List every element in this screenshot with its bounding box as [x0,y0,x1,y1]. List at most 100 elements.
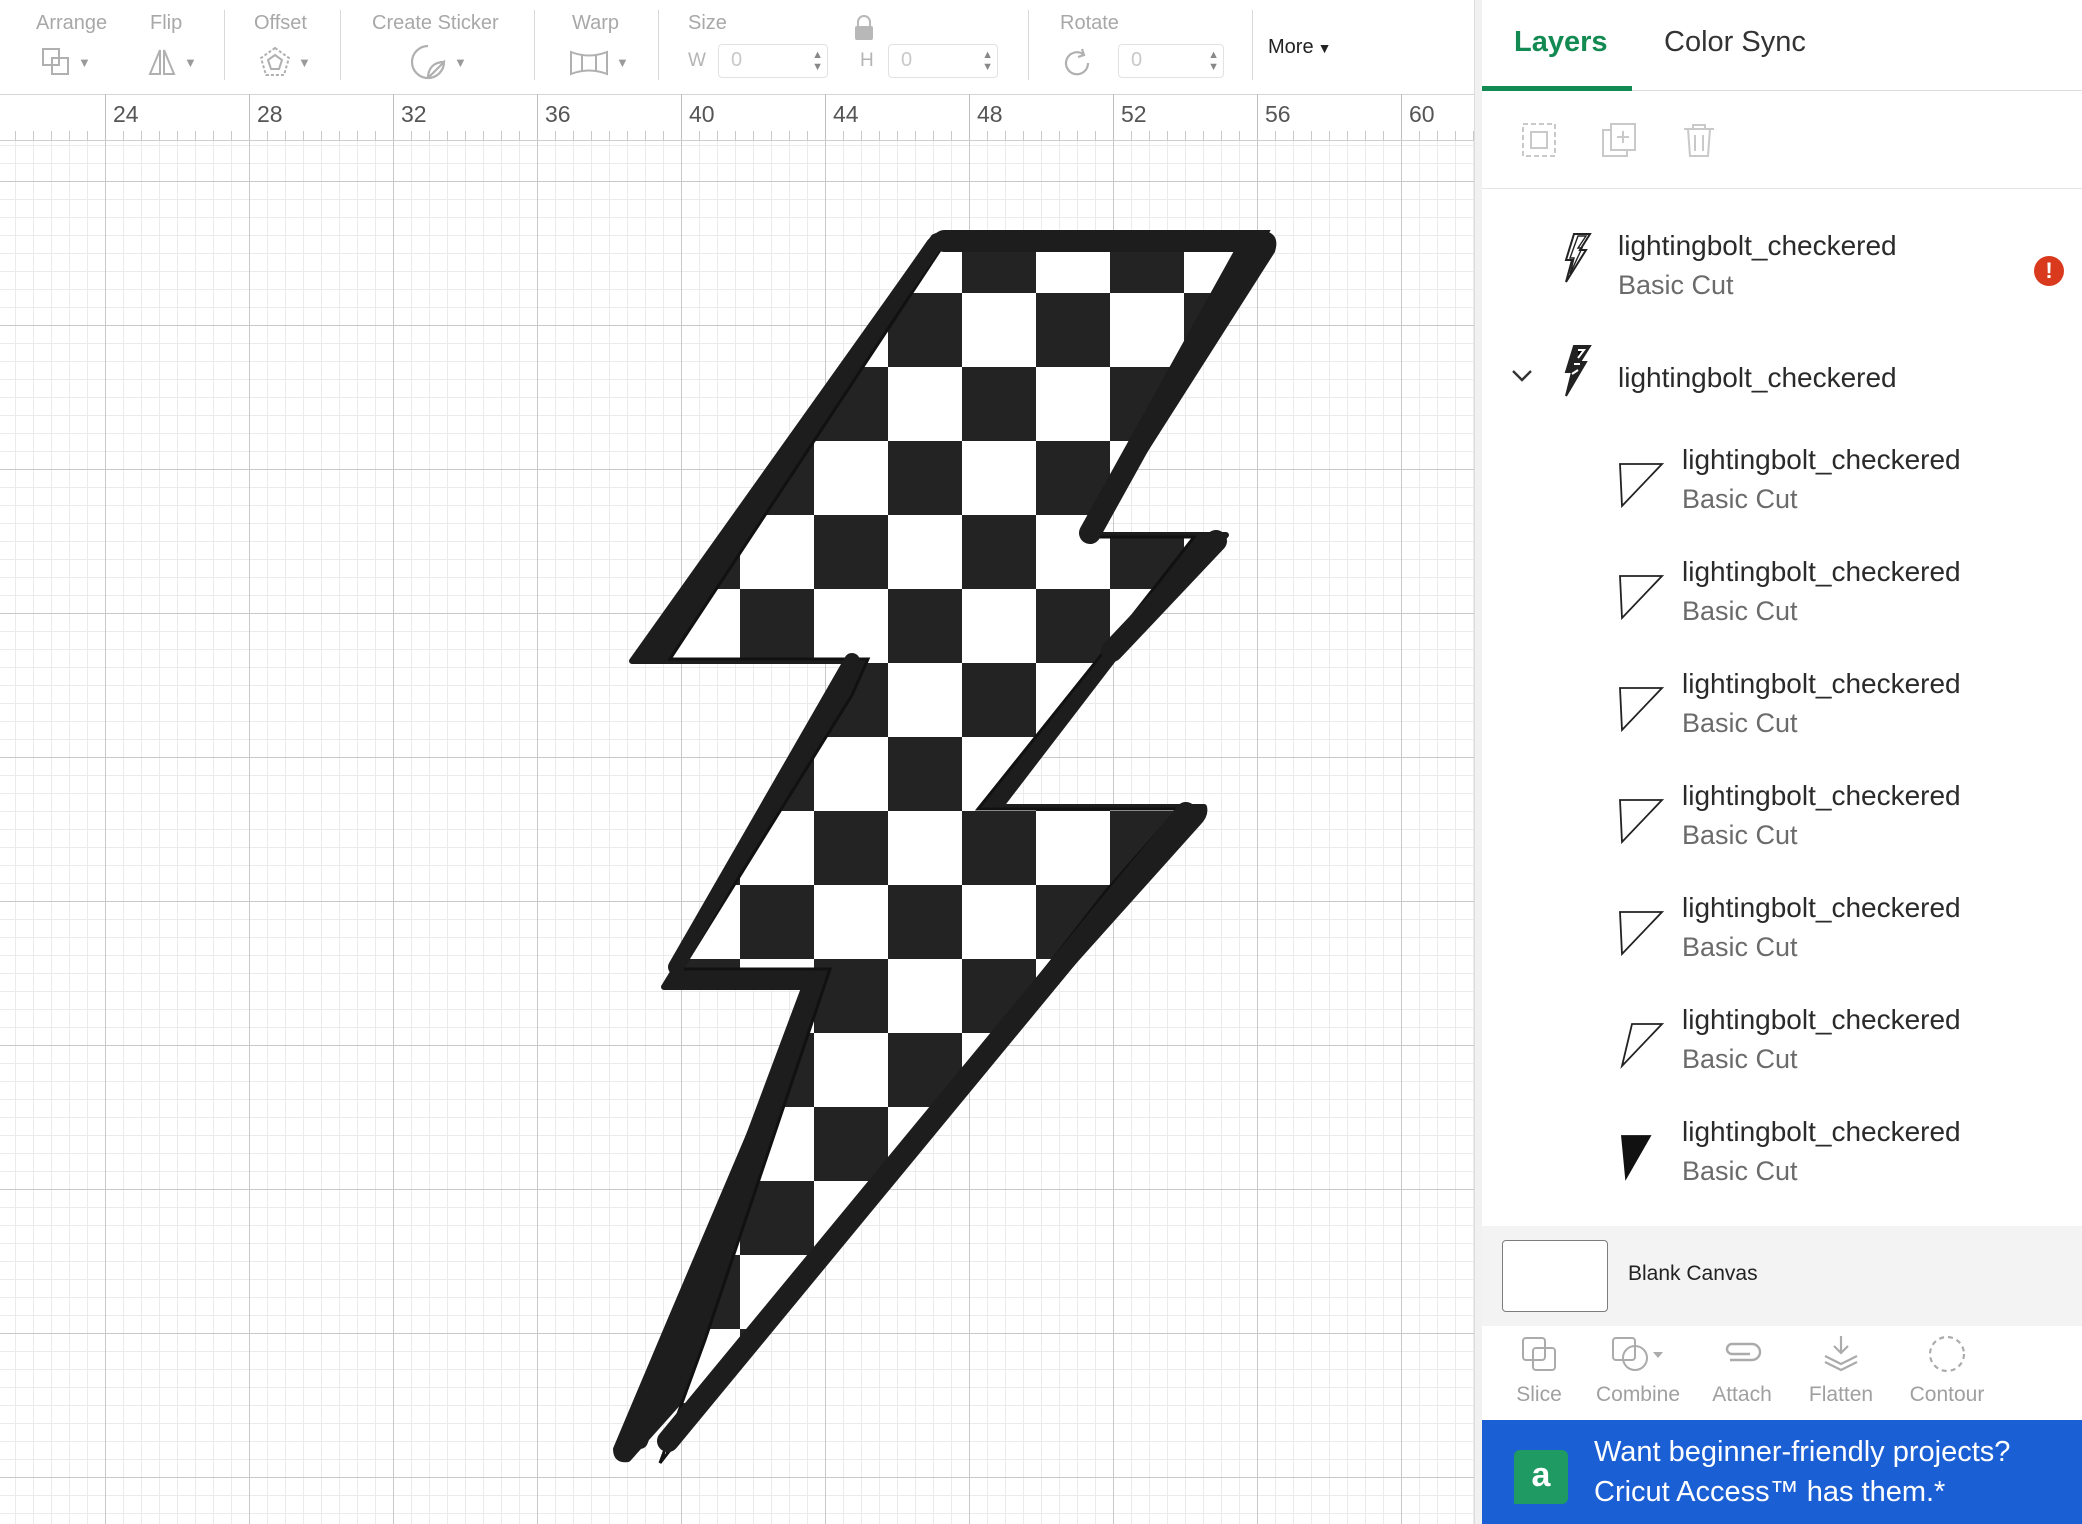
paperclip-icon [1725,1342,1762,1362]
layer-group[interactable]: lightingbolt_checkered [1482,326,2082,426]
layer-item[interactable]: lightingbolt_checkered Basic Cut [1482,548,2082,648]
combine-label: Combine [1595,1383,1681,1406]
flip-tool[interactable]: Flip ▼ [140,0,230,95]
triangle-shape-icon [1619,575,1665,621]
attach-button[interactable]: Attach [1700,1334,1784,1407]
group-name: lightingbolt_checkered [1618,362,1897,393]
ruler-minor-tick [609,131,610,140]
cricut-access-logo: a [1514,1450,1568,1504]
ruler-label: 32 [401,101,427,127]
ruler-minor-tick [1059,131,1060,140]
rotate-label: Rotate [1060,12,1119,34]
ruler-minor-tick [843,131,844,140]
arrange-tool[interactable]: Arrange ▼ [0,0,160,95]
ruler-minor-tick [483,131,484,140]
layer-item[interactable]: lightingbolt_checkered Basic Cut [1482,772,2082,872]
tab-color-sync[interactable]: Color Sync [1664,26,1806,59]
stepper-arrows-icon[interactable]: ▲ ▼ [982,49,993,73]
ruler-major-tick [969,94,970,140]
more-button[interactable]: More ▼ [1268,36,1331,59]
offset-tool[interactable]: Offset ▼ [240,0,340,95]
ruler-minor-tick [1185,131,1186,140]
ruler-minor-tick [933,131,934,140]
layer-item[interactable]: lightingbolt_checkered Basic Cut [1482,1108,2082,1208]
slice-button[interactable]: Slice [1504,1334,1574,1407]
group-icon[interactable] [1520,121,1558,159]
flip-icon [148,49,176,75]
ruler-major-tick [249,94,250,140]
ruler-minor-tick [285,131,286,140]
layer-operation: Basic Cut [1618,270,1734,300]
layer-item[interactable]: lightingbolt_checkered Basic Cut [1482,660,2082,760]
ruler-minor-tick [1131,131,1132,140]
triangle-shape-icon [1619,687,1665,733]
ruler-minor-tick [735,131,736,140]
warp-tool[interactable]: Warp ▼ [550,0,660,95]
flatten-icon [1824,1336,1858,1372]
toolbar-divider [1252,10,1253,80]
ruler-minor-tick [771,131,772,140]
ruler-minor-tick [1329,131,1330,140]
ruler-major-tick [681,94,682,140]
ruler-minor-tick [267,131,268,140]
ruler-major-tick [537,94,538,140]
warp-label: Warp [572,12,620,34]
ruler-minor-tick [1221,131,1222,140]
cricut-access-promo[interactable]: a Want beginner-friendly projects? Cricu… [1482,1420,2082,1524]
chevron-down-icon[interactable] [1510,368,1534,384]
stepper-arrows-icon[interactable]: ▲ ▼ [1208,49,1219,73]
promo-line-1: Want beginner-friendly projects? [1594,1436,2011,1468]
layer-name: lightingbolt_checkered [1682,1116,1961,1147]
tab-layers[interactable]: Layers [1514,26,1608,59]
ruler-minor-tick [1149,131,1150,140]
panel-splitter[interactable] [1474,0,1482,1524]
design-workspace: Arrange ▼ Flip ▼ Offset ▼ Create Sticker [0,0,1480,1524]
ruler-label: 24 [113,101,139,127]
blank-canvas-row[interactable]: Blank Canvas [1482,1226,2082,1326]
ruler-minor-tick [663,131,664,140]
warning-icon[interactable]: ! [2034,256,2064,286]
layer-operation: Basic Cut [1682,1044,1798,1074]
arrange-icon [42,48,69,75]
layer-item[interactable]: lightingbolt_checkered Basic Cut [1482,436,2082,536]
toolbar-divider [534,10,535,80]
layer-operations-bar: Slice Combine Attach Flatten Contour [1482,1326,2082,1420]
chevron-down-icon: ▼ [454,54,467,70]
width-input[interactable]: 0 ▲ ▼ [718,44,828,78]
flatten-button[interactable]: Flatten [1796,1334,1886,1407]
rotate-icon[interactable] [1060,46,1094,80]
height-value: 0 [901,49,913,71]
create-sticker-tool[interactable]: Create Sticker ▼ [360,0,540,95]
layer-item[interactable]: lightingbolt_checkered Basic Cut [1482,996,2082,1096]
layer-name: lightingbolt_checkered [1682,892,1961,923]
chevron-down-icon: ▼ [184,54,197,70]
layer-item[interactable]: lightingbolt_checkered Basic Cut [1482,884,2082,984]
lightning-bolt-design[interactable] [0,141,1474,1524]
layer-operation: Basic Cut [1682,1156,1798,1186]
layer-item[interactable]: lightingbolt_checkered Basic Cut ! [1482,210,2082,310]
ruler-minor-tick [339,131,340,140]
stepper-arrows-icon[interactable]: ▲ ▼ [812,49,823,73]
horizontal-ruler: 24 28 32 36 40 44 48 52 56 60 [0,94,1480,141]
layer-name: lightingbolt_checkered [1682,1004,1961,1035]
delete-icon[interactable] [1680,121,1718,159]
design-canvas[interactable] [0,141,1474,1524]
flatten-label: Flatten [1808,1383,1874,1406]
panel-tabs: Layers Color Sync [1482,0,2082,91]
height-input[interactable]: 0 ▲ ▼ [888,44,998,78]
combine-button[interactable]: Combine [1590,1334,1686,1407]
chevron-down-icon: ▼ [616,54,629,70]
ruler-minor-tick [591,131,592,140]
canvas-color-swatch[interactable] [1502,1240,1608,1312]
edit-toolbar: Arrange ▼ Flip ▼ Offset ▼ Create Sticker [0,0,1480,95]
triangle-shape-icon [1619,463,1665,509]
ruler-minor-tick [753,131,754,140]
duplicate-icon[interactable] [1600,121,1638,159]
size-label: Size [688,12,727,34]
lock-icon[interactable] [852,14,876,42]
rotate-input[interactable]: 0 ▲ ▼ [1118,44,1224,78]
layer-name: lightingbolt_checkered [1682,444,1961,475]
lightning-bolt-outline-icon [1564,233,1592,283]
layer-list: lightingbolt_checkered Basic Cut ! light… [1482,190,2082,1226]
contour-button[interactable]: Contour [1898,1334,1996,1407]
